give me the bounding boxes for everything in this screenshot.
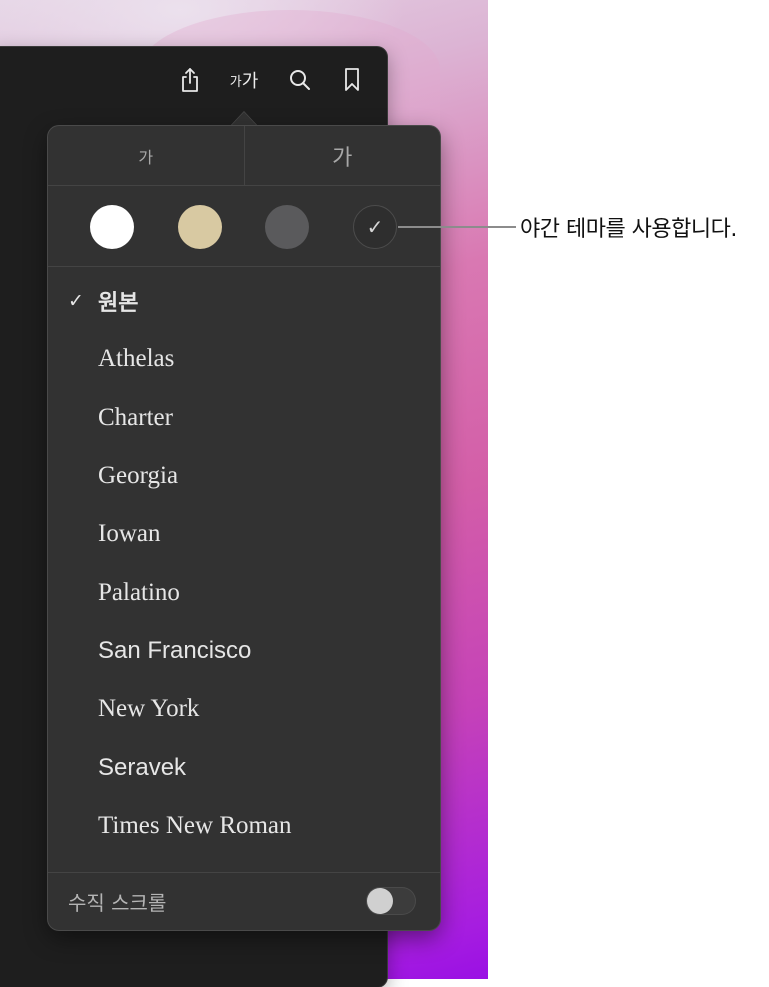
theme-selector: ✓ — [48, 186, 440, 267]
font-item-label: San Francisco — [98, 636, 252, 664]
theme-gray-swatch[interactable] — [265, 205, 309, 249]
checkmark-icon: ✓ — [366, 216, 384, 239]
vertical-scroll-label: 수직 스크롤 — [68, 891, 167, 915]
search-icon — [290, 70, 310, 90]
popover-arrow — [230, 112, 258, 127]
share-icon — [182, 68, 198, 92]
font-size-small-glyph: 가 — [229, 73, 242, 89]
font-item-iowan[interactable]: Iowan — [48, 505, 440, 563]
font-item-label: Charter — [98, 403, 173, 431]
theme-white-swatch[interactable] — [90, 205, 134, 249]
increase-font-size-button[interactable]: 가 — [245, 126, 441, 185]
checkmark-icon: ✓ — [68, 290, 84, 313]
font-item-label: Athelas — [98, 345, 175, 373]
font-item-label: Palatino — [98, 578, 180, 606]
font-item-times-new-roman[interactable]: Times New Roman — [48, 797, 440, 855]
font-list: ✓ 원본 Athelas Charter Georgia Iowan Palat… — [48, 272, 440, 855]
font-item-seravek[interactable]: Seravek — [48, 738, 440, 796]
font-item-georgia[interactable]: Georgia — [48, 447, 440, 505]
callout-label: 야간 테마를 사용합니다. — [520, 217, 737, 242]
font-item-new-york[interactable]: New York — [48, 680, 440, 738]
font-item-label: New York — [98, 695, 200, 723]
callout-line — [398, 226, 516, 228]
font-item-palatino[interactable]: Palatino — [48, 563, 440, 621]
font-item-label: Seravek — [98, 753, 187, 781]
decrease-font-size-button[interactable]: 가 — [48, 126, 245, 185]
bookmark-icon — [345, 68, 359, 91]
font-item-label: Georgia — [98, 462, 179, 490]
font-size-large-glyph: 가 — [241, 71, 259, 91]
font-item-original[interactable]: ✓ 원본 — [48, 272, 440, 330]
font-item-label: 원본 — [98, 291, 139, 317]
theme-night-swatch[interactable]: ✓ — [353, 205, 397, 249]
share-button[interactable] — [177, 66, 203, 94]
font-item-label: Iowan — [98, 520, 161, 548]
font-item-label: Times New Roman — [98, 811, 292, 839]
search-button[interactable] — [287, 66, 313, 94]
vertical-scroll-row: 수직 스크롤 — [48, 872, 440, 930]
font-item-san-francisco[interactable]: San Francisco — [48, 622, 440, 680]
appearance-popover: 가 가 ✓ ✓ 원본 Athelas Charter Georgia Iowan… — [48, 126, 440, 930]
font-item-athelas[interactable]: Athelas — [48, 330, 440, 388]
font-size-button[interactable]: 가가 — [224, 66, 264, 94]
theme-sepia-swatch[interactable] — [178, 205, 222, 249]
font-item-charter[interactable]: Charter — [48, 389, 440, 447]
toggle-knob — [367, 888, 393, 914]
vertical-scroll-toggle[interactable] — [366, 887, 416, 915]
bookmark-button[interactable] — [339, 66, 365, 94]
font-size-controls: 가 가 — [48, 126, 440, 186]
